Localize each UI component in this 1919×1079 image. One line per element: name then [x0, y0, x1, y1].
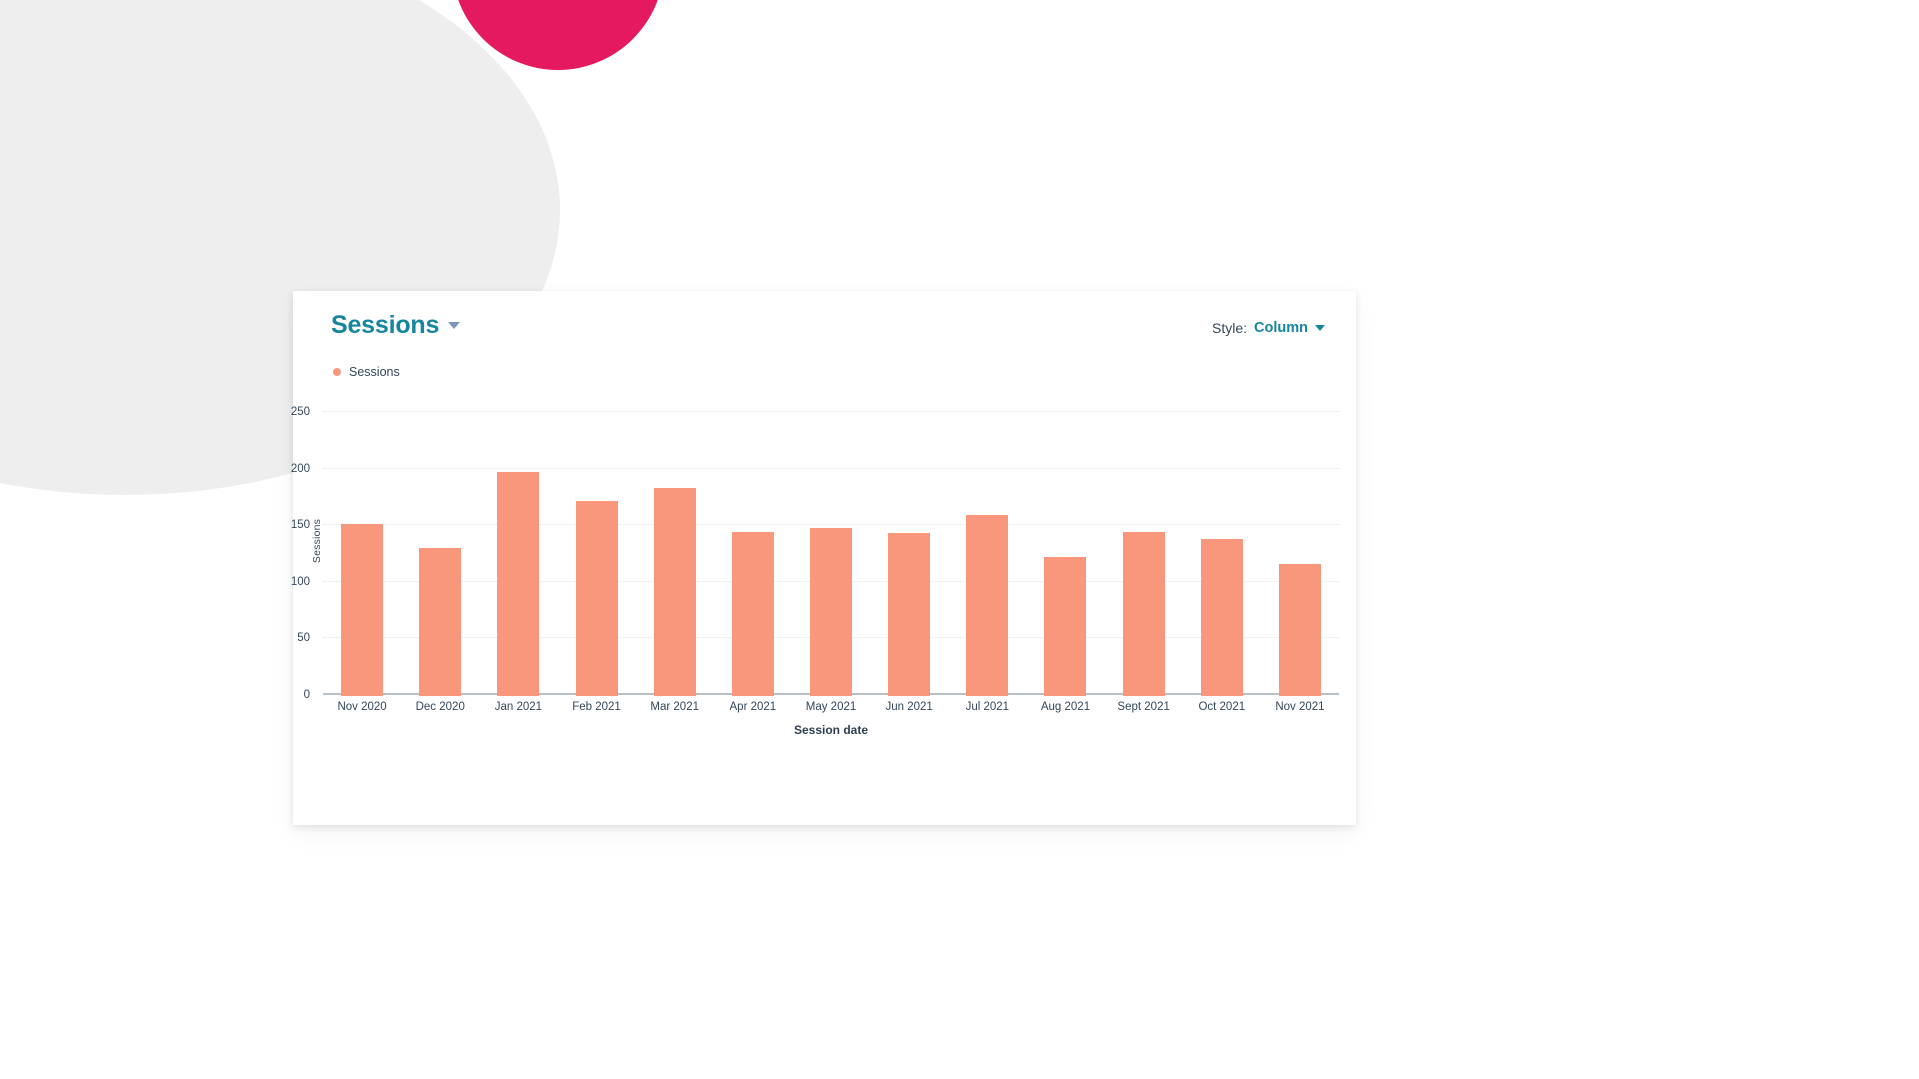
bar[interactable]: [1278, 563, 1321, 696]
x-axis-tick-label: Oct 2021: [1198, 701, 1246, 713]
page-title: Sessions: [331, 311, 440, 339]
x-axis-tick-label: Sept 2021: [1117, 701, 1170, 713]
bar-slot: [479, 413, 557, 696]
y-axis-tick-label: 0: [303, 689, 310, 701]
bar[interactable]: [653, 487, 696, 696]
bar-slot: [401, 413, 479, 696]
bar-slot: [636, 413, 714, 696]
chart-plot-wrapper: Sessions 250 200 150 100 50 0 Nov 2020 Dec 202…: [291, 395, 1356, 775]
y-axis-tick-label: 150: [290, 519, 310, 532]
bar[interactable]: [810, 528, 853, 696]
x-axis-tick-label: Aug 2021: [1040, 701, 1091, 713]
bar-slot: [870, 413, 948, 696]
dot-icon: [333, 368, 341, 376]
bar-slot: [557, 413, 635, 696]
chevron-down-icon: [1315, 325, 1325, 331]
bar-slot: [323, 413, 401, 696]
x-axis-tick-label: Apr 2021: [729, 701, 777, 713]
bar-slot: [1261, 413, 1339, 696]
x-axis-tick-label: Jan 2021: [494, 701, 543, 713]
bar[interactable]: [1044, 556, 1087, 696]
chart-legend-item-sessions[interactable]: Sessions: [333, 365, 400, 379]
x-axis-title: Session date: [793, 723, 869, 737]
y-axis-tick-label: 100: [290, 575, 310, 588]
chart-title-dropdown[interactable]: Sessions: [331, 311, 461, 339]
bar[interactable]: [497, 471, 540, 696]
style-select[interactable]: Column: [1254, 320, 1325, 336]
chevron-down-icon: [448, 322, 461, 329]
x-axis-tick-label: Mar 2021: [650, 701, 699, 713]
y-axis-tick-label: 50: [297, 632, 310, 645]
x-axis-tick-label: Jul 2021: [965, 701, 1010, 713]
x-axis-tick-labels: Nov 2020 Dec 2020 Jan 2021 Feb 2021 Mar 2021…: [323, 701, 1339, 713]
bar[interactable]: [966, 514, 1009, 696]
x-axis-tick-label: Nov 2021: [1275, 701, 1325, 713]
bar-slot: [948, 413, 1026, 696]
bar-slot: [1105, 413, 1183, 696]
bar-slot: [1183, 413, 1261, 696]
y-axis-tick-label: 250: [290, 406, 310, 418]
bar-series-sessions: [323, 413, 1339, 696]
x-axis-tick-label: Jun 2021: [885, 701, 933, 713]
bar[interactable]: [1200, 538, 1243, 696]
x-axis-tick-label: Dec 2020: [415, 701, 465, 713]
bar-slot: [1026, 413, 1104, 696]
bar[interactable]: [1122, 531, 1165, 696]
legend-label: Sessions: [349, 365, 400, 379]
plot-area: 250 200 150 100 50 0: [291, 406, 1339, 701]
bar[interactable]: [888, 533, 931, 696]
x-axis-tick-label: May 2021: [805, 701, 857, 713]
bar-slot: [714, 413, 792, 696]
y-axis-title: Sessions: [311, 518, 323, 564]
bar[interactable]: [731, 531, 774, 696]
x-axis-tick-label: Feb 2021: [572, 701, 621, 713]
style-control: Style: Column: [1212, 320, 1325, 336]
bar[interactable]: [575, 501, 618, 696]
card-header: Sessions Style: Column: [293, 291, 1356, 363]
bar[interactable]: [419, 547, 462, 696]
style-label: Style:: [1212, 320, 1248, 336]
bar-slot: [792, 413, 870, 696]
style-selected-value: Column: [1254, 320, 1308, 336]
x-axis-tick-label: Nov 2020: [337, 701, 387, 713]
y-axis-tick-label: 200: [290, 462, 310, 475]
chart-card: Sessions Style: Column Sessions Sessions…: [291, 291, 1356, 825]
bar[interactable]: [341, 523, 384, 696]
